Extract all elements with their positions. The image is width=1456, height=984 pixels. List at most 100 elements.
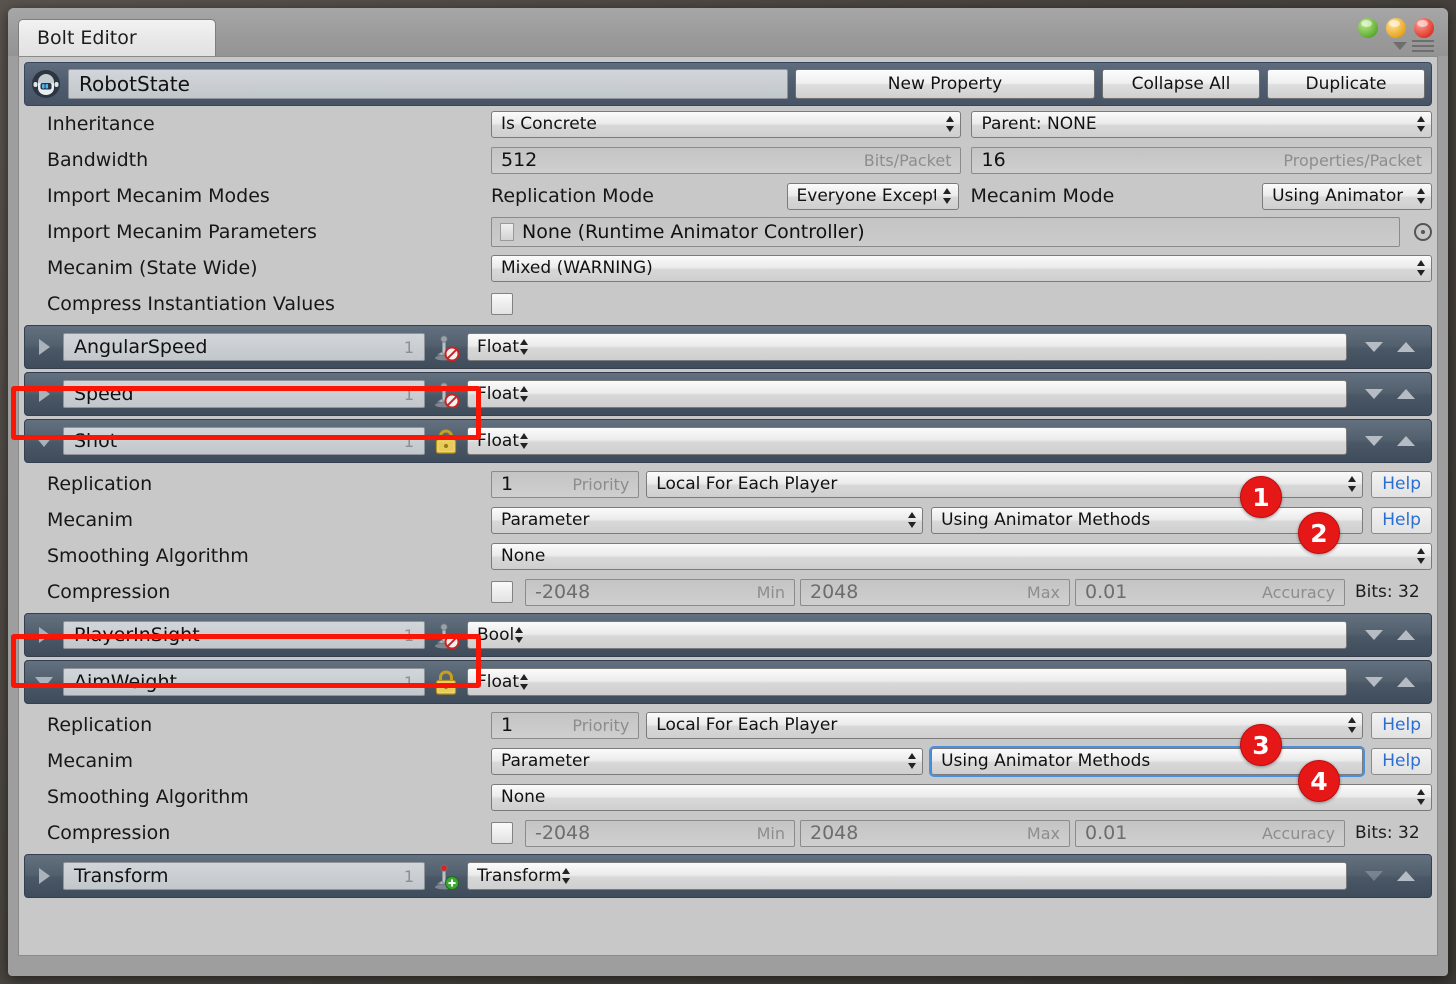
replication-priority-input[interactable]: 1 Priority xyxy=(491,711,640,739)
replication-help-link[interactable]: Help xyxy=(1371,470,1432,498)
move-down-icon[interactable] xyxy=(1365,630,1383,640)
compression-max-input[interactable]: 2048 Max xyxy=(800,578,1070,606)
stamp-add-icon[interactable] xyxy=(431,862,461,890)
duplicate-button[interactable]: Duplicate xyxy=(1267,69,1425,99)
move-down-icon[interactable] xyxy=(1365,436,1383,446)
mecanim-mode-dropdown[interactable]: Parameter xyxy=(491,506,924,534)
stamp-disabled-icon[interactable] xyxy=(431,380,461,408)
tab-label: Bolt Editor xyxy=(37,27,137,49)
property-type-dropdown[interactable]: Bool xyxy=(467,621,1347,649)
mecanim-label: Mecanim xyxy=(47,509,134,531)
mecanim-mode-label: Mecanim Mode xyxy=(970,185,1115,207)
new-property-button[interactable]: New Property xyxy=(795,69,1095,99)
bits-per-packet-input[interactable]: 512 Bits/Packet xyxy=(491,146,962,174)
collapse-all-button[interactable]: Collapse All xyxy=(1102,69,1260,99)
property-name-field[interactable]: PlayerInSight 1 xyxy=(63,621,425,649)
mecanim-mode-value: Parameter xyxy=(501,510,590,530)
property-name-field[interactable]: Speed 1 xyxy=(63,380,425,408)
move-down-icon[interactable] xyxy=(1365,342,1383,352)
state-name-value: RobotState xyxy=(79,72,190,96)
row-mecanim-state-wide: Mecanim (State Wide) Mixed (WARNING) xyxy=(19,250,1437,286)
compression-accuracy-input[interactable]: 0.01 Accuracy xyxy=(1075,578,1345,606)
replication-help-link[interactable]: Help xyxy=(1371,711,1432,739)
compression-bits-label: Bits: 32 xyxy=(1355,823,1420,843)
reorder-controls xyxy=(1353,389,1425,399)
state-name-field[interactable]: RobotState xyxy=(68,69,788,99)
move-down-icon[interactable] xyxy=(1365,871,1383,881)
inheritance-dropdown[interactable]: Is Concrete xyxy=(491,110,962,138)
compression-checkbox[interactable] xyxy=(491,581,513,603)
mecanim-help-link[interactable]: Help xyxy=(1371,506,1432,534)
import-mecanim-modes-label: Import Mecanim Modes xyxy=(47,185,270,207)
move-down-icon[interactable] xyxy=(1365,389,1383,399)
move-up-icon[interactable] xyxy=(1397,677,1415,687)
replication-label: Replication xyxy=(47,473,153,495)
compression-accuracy-input[interactable]: 0.01 Accuracy xyxy=(1075,819,1345,847)
move-up-icon[interactable] xyxy=(1397,389,1415,399)
filter-icon[interactable] xyxy=(1393,42,1407,50)
compression-max-input[interactable]: 2048 Max xyxy=(800,819,1070,847)
chevron-updown-icon xyxy=(1416,188,1425,204)
lock-icon[interactable] xyxy=(431,427,461,455)
annotation-badge-2: 2 xyxy=(1298,512,1340,554)
mecanim-state-wide-value: Mixed (WARNING) xyxy=(501,258,653,278)
parent-dropdown[interactable]: Parent: NONE xyxy=(971,110,1432,138)
foldout-toggle-speed[interactable] xyxy=(31,386,57,402)
tab-bolt-editor[interactable]: Bolt Editor xyxy=(18,19,216,56)
foldout-toggle-shot[interactable] xyxy=(31,435,57,447)
chevron-updown-icon xyxy=(514,627,523,643)
hamburger-icon[interactable] xyxy=(1412,40,1434,52)
move-up-icon[interactable] xyxy=(1397,436,1415,446)
property-name-field[interactable]: AimWeight 1 xyxy=(63,668,425,696)
close-button[interactable] xyxy=(1414,18,1434,38)
compress-instantiation-checkbox[interactable] xyxy=(491,293,513,315)
minimize-button[interactable] xyxy=(1358,18,1378,38)
chevron-updown-icon xyxy=(519,674,528,690)
property-type-dropdown[interactable]: Float xyxy=(467,427,1347,455)
compression-min-input[interactable]: -2048 Min xyxy=(525,578,795,606)
smoothing-algorithm-dropdown[interactable]: None xyxy=(491,783,1432,811)
smoothing-algorithm-dropdown[interactable]: None xyxy=(491,542,1432,570)
replication-priority-input[interactable]: 1 Priority xyxy=(491,470,640,498)
property-type-dropdown[interactable]: Float xyxy=(467,333,1347,361)
property-type-dropdown[interactable]: Transform xyxy=(467,862,1347,890)
robot-icon xyxy=(31,69,61,99)
property-name-field[interactable]: Shot 1 xyxy=(63,427,425,455)
properties-per-packet-input[interactable]: 16 Properties/Packet xyxy=(971,146,1432,174)
move-up-icon[interactable] xyxy=(1397,871,1415,881)
row-import-mecanim-parameters: Import Mecanim Parameters None (Runtime … xyxy=(19,214,1437,250)
foldout-toggle-angularspeed[interactable] xyxy=(31,339,57,355)
property-name-field[interactable]: AngularSpeed 1 xyxy=(63,333,425,361)
stamp-disabled-icon[interactable] xyxy=(431,333,461,361)
mecanim-mode-dropdown[interactable]: Using Animator xyxy=(1262,182,1432,210)
mecanim-state-wide-dropdown[interactable]: Mixed (WARNING) xyxy=(491,254,1432,282)
property-type-dropdown[interactable]: Float xyxy=(467,668,1347,696)
chevron-updown-icon xyxy=(945,116,954,132)
chevron-updown-icon xyxy=(1347,717,1356,733)
maximize-button[interactable] xyxy=(1386,18,1406,38)
property-name-value: AimWeight xyxy=(74,671,177,693)
move-down-icon[interactable] xyxy=(1365,677,1383,687)
foldout-toggle-aimweight[interactable] xyxy=(31,676,57,688)
object-picker-icon[interactable] xyxy=(1414,223,1432,241)
move-up-icon[interactable] xyxy=(1397,342,1415,352)
animator-controller-objectfield[interactable]: None (Runtime Animator Controller) xyxy=(491,217,1400,247)
lock-icon[interactable] xyxy=(431,668,461,696)
mecanim-method-dropdown[interactable]: Using Animator Methods xyxy=(931,747,1364,775)
replication-mode-dropdown[interactable]: Everyone Except xyxy=(786,182,959,210)
chevron-updown-icon xyxy=(519,339,528,355)
mecanim-help-link[interactable]: Help xyxy=(1371,747,1432,775)
foldout-toggle-transform[interactable] xyxy=(31,868,57,884)
move-up-icon[interactable] xyxy=(1397,630,1415,640)
compression-min-value: -2048 xyxy=(535,581,591,603)
stamp-disabled-icon[interactable] xyxy=(431,621,461,649)
row-inheritance: Inheritance Is Concrete Parent: NONE xyxy=(19,106,1437,142)
property-type-dropdown[interactable]: Float xyxy=(467,380,1347,408)
compression-min-input[interactable]: -2048 Min xyxy=(525,819,795,847)
mecanim-mode-dropdown[interactable]: Parameter xyxy=(491,747,924,775)
reorder-controls xyxy=(1353,871,1425,881)
foldout-toggle-playerinsight[interactable] xyxy=(31,627,57,643)
compression-checkbox[interactable] xyxy=(491,822,513,844)
annotation-badge-1: 1 xyxy=(1240,476,1282,518)
property-name-field[interactable]: Transform 1 xyxy=(63,862,425,890)
